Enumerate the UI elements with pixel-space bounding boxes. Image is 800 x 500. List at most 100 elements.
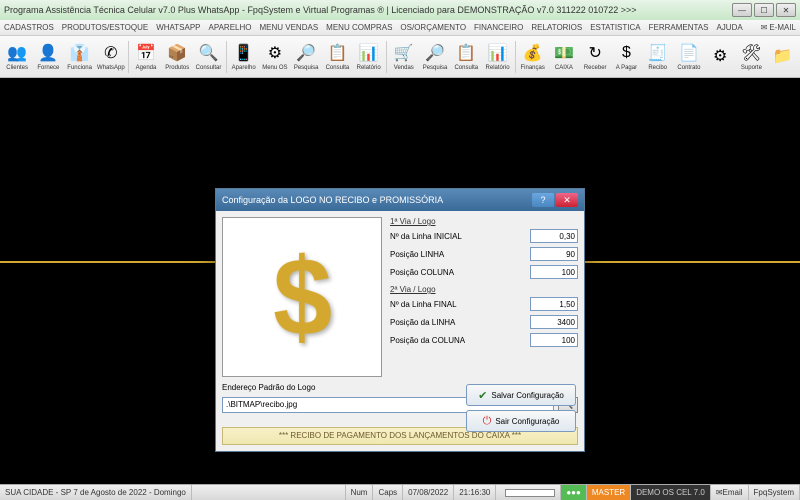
menu-email[interactable]: ✉ E-MAIL — [761, 23, 796, 32]
toolbar-produtos[interactable]: 📦Produtos — [162, 38, 192, 76]
statusbar: SUA CIDADE - SP 7 de Agosto de 2022 - Do… — [0, 484, 800, 500]
label-posicao-linha2: Posição da LINHA — [390, 318, 530, 327]
toolbar-fornece[interactable]: 👤Fornece — [33, 38, 63, 76]
toolbar-a pagar[interactable]: $A Pagar — [611, 38, 641, 76]
toolbar-menu os[interactable]: ⚙Menu OS — [260, 38, 290, 76]
status-master: MASTER — [587, 485, 631, 500]
dialog-titlebar[interactable]: Configuração da LOGO NO RECIBO e PROMISS… — [216, 189, 584, 211]
toolbar: 👥Clientes👤Fornece👔Funciona✆WhatsApp📅Agen… — [0, 36, 800, 78]
status-fpq[interactable]: FpqSystem — [749, 485, 800, 500]
toolbar-icon: 📦 — [166, 42, 188, 64]
menu-produtos[interactable]: PRODUTOS/ESTOQUE — [62, 23, 148, 32]
window-buttons: — ☐ ✕ — [732, 3, 796, 17]
toolbar-icon: 👔 — [69, 42, 91, 64]
label-posicao-linha1: Posição LINHA — [390, 250, 530, 259]
status-demo: DEMO OS CEL 7.0 — [631, 485, 711, 500]
toolbar-icon: 📱 — [233, 42, 255, 64]
toolbar-consulta[interactable]: 📋Consulta — [322, 38, 352, 76]
toolbar-icon: 📄 — [678, 42, 700, 64]
status-num: Num — [346, 485, 374, 500]
section-via1: 1ª Via / Logo — [390, 217, 578, 226]
toolbar-btn22[interactable]: ⚙ — [705, 38, 735, 76]
toolbar-aparelho[interactable]: 📱Aparelho — [229, 38, 259, 76]
toolbar-relatório[interactable]: 📊Relatório — [482, 38, 512, 76]
status-time: 21:16:30 — [454, 485, 496, 500]
toolbar-icon: 💰 — [522, 42, 544, 64]
toolbar-icon: 📊 — [487, 42, 509, 64]
menu-relatorios[interactable]: RELATORIOS — [531, 23, 582, 32]
toolbar-contrato[interactable]: 📄Contrato — [674, 38, 704, 76]
toolbar-finanças[interactable]: 💰Finanças — [518, 38, 548, 76]
toolbar-consulta[interactable]: 📋Consulta — [451, 38, 481, 76]
input-posicao-coluna2[interactable] — [530, 333, 578, 347]
toolbar-recibo[interactable]: 🧾Recibo — [643, 38, 673, 76]
menu-aparelho[interactable]: APARELHO — [209, 23, 252, 32]
toolbar-btn24[interactable]: 📁 — [768, 38, 798, 76]
toolbar-pesquisa[interactable]: 🔎Pesquisa — [291, 38, 321, 76]
dollar-icon: $ — [274, 231, 333, 363]
toolbar-icon: ✆ — [100, 42, 122, 64]
toolbar-consultar[interactable]: 🔍Consultar — [193, 38, 223, 76]
workspace: ASS CA Configuração da LOGO NO RECIBO e … — [0, 78, 800, 484]
toolbar-agenda[interactable]: 📅Agenda — [131, 38, 161, 76]
label-posicao-coluna1: Posição COLUNA — [390, 268, 530, 277]
menu-financeiro[interactable]: FINANCEIRO — [474, 23, 523, 32]
toolbar-icon: 📊 — [358, 42, 380, 64]
app-title: Programa Assistência Técnica Celular v7.… — [4, 5, 732, 15]
status-green: ●●● — [561, 485, 587, 500]
menu-compras[interactable]: MENU COMPRAS — [326, 23, 392, 32]
maximize-button[interactable]: ☐ — [754, 3, 774, 17]
toolbar-icon: 🧾 — [647, 42, 669, 64]
status-email[interactable]: ✉ Email — [711, 485, 749, 500]
exit-icon: ⏻ — [483, 415, 492, 428]
toolbar-icon: 🛠 — [740, 42, 762, 64]
label-linha-final: Nº da Linha FINAL — [390, 300, 530, 309]
menu-vendas[interactable]: MENU VENDAS — [259, 23, 318, 32]
label-posicao-coluna2: Posição da COLUNA — [390, 336, 530, 345]
label-linha-inicial: Nº da Linha INICIAL — [390, 232, 530, 241]
toolbar-whatsapp[interactable]: ✆WhatsApp — [96, 38, 126, 76]
menu-whatsapp[interactable]: WHATSAPP — [156, 23, 200, 32]
dialog-help-button[interactable]: ? — [532, 193, 554, 207]
toolbar-caixa[interactable]: 💵CAIXA — [549, 38, 579, 76]
toolbar-icon: 👥 — [6, 42, 28, 64]
dialog-close-button[interactable]: ✕ — [556, 193, 578, 207]
toolbar-icon: 📁 — [772, 45, 794, 67]
dialog-title: Configuração da LOGO NO RECIBO e PROMISS… — [222, 195, 532, 205]
toolbar-icon: 🔎 — [424, 42, 446, 64]
toolbar-suporte[interactable]: 🛠Suporte — [736, 38, 766, 76]
toolbar-icon: 📋 — [455, 42, 477, 64]
toolbar-relatório[interactable]: 📊Relatório — [354, 38, 384, 76]
close-button[interactable]: ✕ — [776, 3, 796, 17]
menu-os[interactable]: OS/ORÇAMENTO — [400, 23, 466, 32]
menu-ferramentas[interactable]: FERRAMENTAS — [649, 23, 709, 32]
save-config-button[interactable]: ✔Salvar Configuração — [466, 384, 576, 406]
toolbar-vendas[interactable]: 🛒Vendas — [389, 38, 419, 76]
input-posicao-coluna1[interactable] — [530, 265, 578, 279]
toolbar-pesquisa[interactable]: 🔎Pesquisa — [420, 38, 450, 76]
toolbar-icon: 🔍 — [198, 42, 220, 64]
menu-estatistica[interactable]: ESTATISTICA — [590, 23, 640, 32]
menu-cadastros[interactable]: CADASTROS — [4, 23, 54, 32]
input-linha-inicial[interactable] — [530, 229, 578, 243]
status-city: SUA CIDADE - SP 7 de Agosto de 2022 - Do… — [0, 485, 192, 500]
toolbar-funciona[interactable]: 👔Funciona — [65, 38, 95, 76]
input-posicao-linha1[interactable] — [530, 247, 578, 261]
menu-ajuda[interactable]: AJUDA — [716, 23, 742, 32]
input-posicao-linha2[interactable] — [530, 315, 578, 329]
toolbar-receber[interactable]: ↻Receber — [580, 38, 610, 76]
toolbar-icon: 👤 — [37, 42, 59, 64]
toolbar-clientes[interactable]: 👥Clientes — [2, 38, 32, 76]
check-icon: ✔ — [478, 389, 487, 402]
status-progress — [496, 485, 561, 500]
status-date: 07/08/2022 — [403, 485, 454, 500]
logo-preview: $ — [222, 217, 382, 377]
toolbar-icon: 📅 — [135, 42, 157, 64]
input-linha-final[interactable] — [530, 297, 578, 311]
exit-config-button[interactable]: ⏻Sair Configuração — [466, 410, 576, 432]
toolbar-icon: $ — [615, 42, 637, 64]
logo-config-dialog: Configuração da LOGO NO RECIBO e PROMISS… — [215, 188, 585, 452]
toolbar-icon: ⚙ — [264, 42, 286, 64]
toolbar-icon: ⚙ — [709, 45, 731, 67]
minimize-button[interactable]: — — [732, 3, 752, 17]
